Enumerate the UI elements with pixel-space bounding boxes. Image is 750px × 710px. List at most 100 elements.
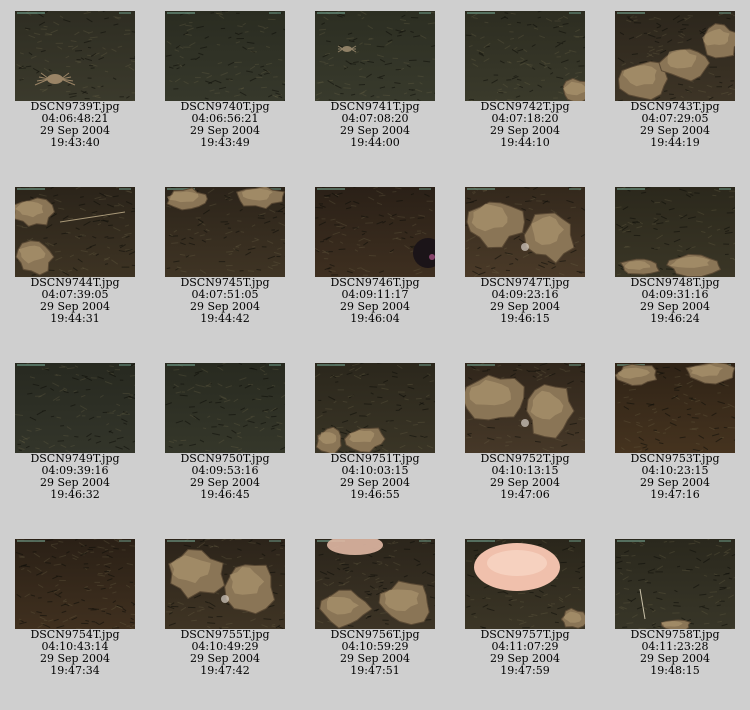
thumbnail-item[interactable]: DSCN9749T.jpg 04:09:39:16 29 Sep 2004 19:46… bbox=[0, 352, 150, 528]
thumbnail-item[interactable]: DSCN9745T.jpg 04:07:51:05 29 Sep 2004 19:44… bbox=[150, 176, 300, 352]
thumbnail-caption: DSCN9752T.jpg 04:10:13:15 29 Sep 2004 19:47… bbox=[450, 453, 600, 501]
thumbnail-time: 19:43:40 bbox=[50, 136, 100, 149]
thumbnail-caption: DSCN9753T.jpg 04:10:23:15 29 Sep 2004 19:47… bbox=[600, 453, 750, 501]
thumbnail-image[interactable] bbox=[15, 363, 135, 453]
thumbnail-time: 19:44:19 bbox=[650, 136, 700, 149]
thumbnail-item[interactable]: DSCN9744T.jpg 04:07:39:05 29 Sep 2004 19:44… bbox=[0, 176, 150, 352]
thumbnail-image[interactable] bbox=[615, 539, 735, 629]
thumbnail-caption: DSCN9739T.jpg 04:06:48:21 29 Sep 2004 19:43… bbox=[0, 101, 150, 149]
seafloor-photo bbox=[165, 363, 285, 453]
thumbnail-caption: DSCN9741T.jpg 04:07:08:20 29 Sep 2004 19:44… bbox=[300, 101, 450, 149]
seafloor-photo bbox=[465, 11, 585, 101]
thumbnail-time: 19:44:00 bbox=[350, 136, 400, 149]
thumbnail-time: 19:46:15 bbox=[500, 312, 550, 325]
thumbnail-time: 19:47:34 bbox=[50, 664, 100, 677]
seafloor-photo bbox=[315, 539, 435, 629]
thumbnail-item[interactable]: DSCN9750T.jpg 04:09:53:16 29 Sep 2004 19:46… bbox=[150, 352, 300, 528]
thumbnail-image[interactable] bbox=[315, 187, 435, 277]
thumbnail-image[interactable] bbox=[165, 11, 285, 101]
thumbnail-caption: DSCN9743T.jpg 04:07:29:05 29 Sep 2004 19:44… bbox=[600, 101, 750, 149]
thumbnail-item[interactable]: DSCN9741T.jpg 04:07:08:20 29 Sep 2004 19:44… bbox=[300, 0, 450, 176]
thumbnail-caption: DSCN9744T.jpg 04:07:39:05 29 Sep 2004 19:44… bbox=[0, 277, 150, 325]
thumbnail-time: 19:44:10 bbox=[500, 136, 550, 149]
thumbnail-item[interactable]: DSCN9748T.jpg 04:09:31:16 29 Sep 2004 19:46… bbox=[600, 176, 750, 352]
thumbnail-item[interactable]: DSCN9756T.jpg 04:10:59:29 29 Sep 2004 19:47… bbox=[300, 528, 450, 704]
thumbnail-time: 19:47:42 bbox=[200, 664, 250, 677]
seafloor-photo bbox=[15, 363, 135, 453]
thumbnail-caption: DSCN9755T.jpg 04:10:49:29 29 Sep 2004 19:47… bbox=[150, 629, 300, 677]
thumbnail-image[interactable] bbox=[615, 187, 735, 277]
seafloor-photo bbox=[465, 187, 585, 277]
thumbnail-caption: DSCN9742T.jpg 04:07:18:20 29 Sep 2004 19:44… bbox=[450, 101, 600, 149]
thumbnail-image[interactable] bbox=[165, 363, 285, 453]
thumbnail-image[interactable] bbox=[15, 187, 135, 277]
seafloor-photo bbox=[15, 187, 135, 277]
thumbnail-grid: DSCN9739T.jpg 04:06:48:21 29 Sep 2004 19:43… bbox=[0, 0, 750, 710]
seafloor-photo bbox=[165, 11, 285, 101]
thumbnail-caption: DSCN9745T.jpg 04:07:51:05 29 Sep 2004 19:44… bbox=[150, 277, 300, 325]
thumbnail-item[interactable]: DSCN9753T.jpg 04:10:23:15 29 Sep 2004 19:47… bbox=[600, 352, 750, 528]
thumbnail-time: 19:47:06 bbox=[500, 488, 550, 501]
thumbnail-time: 19:46:55 bbox=[350, 488, 400, 501]
thumbnail-image[interactable] bbox=[465, 363, 585, 453]
thumbnail-image[interactable] bbox=[615, 363, 735, 453]
thumbnail-time: 19:47:59 bbox=[500, 664, 550, 677]
thumbnail-caption: DSCN9754T.jpg 04:10:43:14 29 Sep 2004 19:47… bbox=[0, 629, 150, 677]
thumbnail-caption: DSCN9756T.jpg 04:10:59:29 29 Sep 2004 19:47… bbox=[300, 629, 450, 677]
thumbnail-time: 19:46:32 bbox=[50, 488, 100, 501]
thumbnail-image[interactable] bbox=[165, 187, 285, 277]
thumbnail-time: 19:44:42 bbox=[200, 312, 250, 325]
thumbnail-item[interactable]: DSCN9743T.jpg 04:07:29:05 29 Sep 2004 19:44… bbox=[600, 0, 750, 176]
thumbnail-image[interactable] bbox=[165, 539, 285, 629]
thumbnail-caption: DSCN9757T.jpg 04:11:07:29 29 Sep 2004 19:47… bbox=[450, 629, 600, 677]
thumbnail-image[interactable] bbox=[315, 11, 435, 101]
thumbnail-time: 19:46:24 bbox=[650, 312, 700, 325]
seafloor-photo bbox=[465, 363, 585, 453]
thumbnail-image[interactable] bbox=[15, 539, 135, 629]
thumbnail-caption: DSCN9747T.jpg 04:09:23:16 29 Sep 2004 19:46… bbox=[450, 277, 600, 325]
thumbnail-caption: DSCN9740T.jpg 04:06:56:21 29 Sep 2004 19:43… bbox=[150, 101, 300, 149]
thumbnail-time: 19:44:31 bbox=[50, 312, 100, 325]
seafloor-photo bbox=[315, 11, 435, 101]
seafloor-photo bbox=[15, 539, 135, 629]
seafloor-photo bbox=[615, 539, 735, 629]
thumbnail-item[interactable]: DSCN9751T.jpg 04:10:03:15 29 Sep 2004 19:46… bbox=[300, 352, 450, 528]
thumbnail-caption: DSCN9751T.jpg 04:10:03:15 29 Sep 2004 19:46… bbox=[300, 453, 450, 501]
seafloor-photo bbox=[315, 363, 435, 453]
thumbnail-item[interactable]: DSCN9739T.jpg 04:06:48:21 29 Sep 2004 19:43… bbox=[0, 0, 150, 176]
thumbnail-item[interactable]: DSCN9755T.jpg 04:10:49:29 29 Sep 2004 19:47… bbox=[150, 528, 300, 704]
thumbnail-image[interactable] bbox=[465, 187, 585, 277]
seafloor-photo bbox=[615, 187, 735, 277]
seafloor-photo bbox=[315, 187, 435, 277]
thumbnail-item[interactable]: DSCN9740T.jpg 04:06:56:21 29 Sep 2004 19:43… bbox=[150, 0, 300, 176]
thumbnail-item[interactable]: DSCN9746T.jpg 04:09:11:17 29 Sep 2004 19:46… bbox=[300, 176, 450, 352]
thumbnail-item[interactable]: DSCN9752T.jpg 04:10:13:15 29 Sep 2004 19:47… bbox=[450, 352, 600, 528]
thumbnail-image[interactable] bbox=[615, 11, 735, 101]
thumbnail-image[interactable] bbox=[15, 11, 135, 101]
thumbnail-item[interactable]: DSCN9747T.jpg 04:09:23:16 29 Sep 2004 19:46… bbox=[450, 176, 600, 352]
seafloor-photo bbox=[165, 187, 285, 277]
thumbnail-time: 19:46:45 bbox=[200, 488, 250, 501]
seafloor-photo bbox=[15, 11, 135, 101]
thumbnail-time: 19:47:51 bbox=[350, 664, 400, 677]
thumbnail-item[interactable]: DSCN9757T.jpg 04:11:07:29 29 Sep 2004 19:47… bbox=[450, 528, 600, 704]
thumbnail-caption: DSCN9758T.jpg 04:11:23:28 29 Sep 2004 19:48… bbox=[600, 629, 750, 677]
thumbnail-item[interactable]: DSCN9742T.jpg 04:07:18:20 29 Sep 2004 19:44… bbox=[450, 0, 600, 176]
seafloor-photo bbox=[615, 363, 735, 453]
thumbnail-image[interactable] bbox=[465, 11, 585, 101]
seafloor-photo bbox=[165, 539, 285, 629]
thumbnail-time: 19:48:15 bbox=[650, 664, 700, 677]
thumbnail-time: 19:47:16 bbox=[650, 488, 700, 501]
thumbnail-image[interactable] bbox=[465, 539, 585, 629]
seafloor-photo bbox=[615, 11, 735, 101]
thumbnail-time: 19:43:49 bbox=[200, 136, 250, 149]
seafloor-photo bbox=[465, 539, 585, 629]
thumbnail-image[interactable] bbox=[315, 363, 435, 453]
thumbnail-item[interactable]: DSCN9758T.jpg 04:11:23:28 29 Sep 2004 19:48… bbox=[600, 528, 750, 704]
thumbnail-caption: DSCN9748T.jpg 04:09:31:16 29 Sep 2004 19:46… bbox=[600, 277, 750, 325]
thumbnail-caption: DSCN9749T.jpg 04:09:39:16 29 Sep 2004 19:46… bbox=[0, 453, 150, 501]
thumbnail-item[interactable]: DSCN9754T.jpg 04:10:43:14 29 Sep 2004 19:47… bbox=[0, 528, 150, 704]
thumbnail-image[interactable] bbox=[315, 539, 435, 629]
thumbnail-caption: DSCN9746T.jpg 04:09:11:17 29 Sep 2004 19:46… bbox=[300, 277, 450, 325]
thumbnail-time: 19:46:04 bbox=[350, 312, 400, 325]
